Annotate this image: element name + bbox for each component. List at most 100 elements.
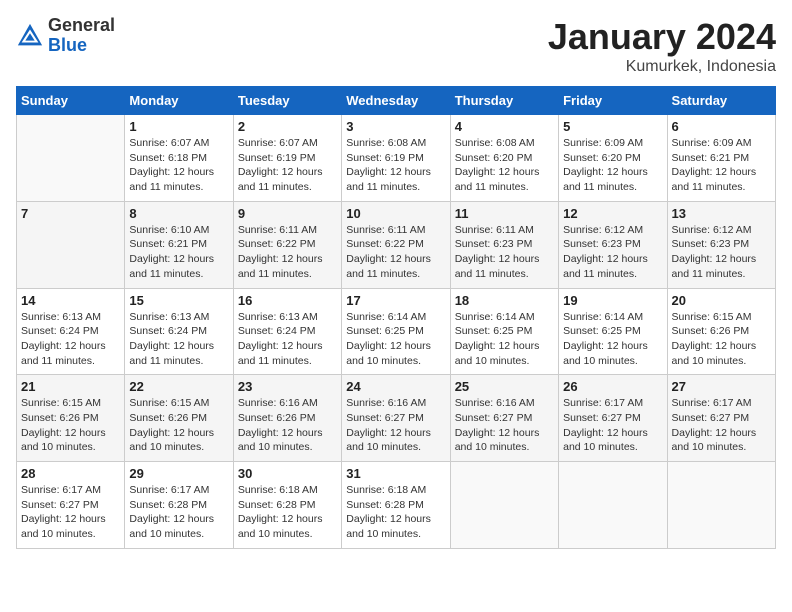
day-info: Sunrise: 6:15 AM Sunset: 6:26 PM Dayligh… [129,396,228,455]
header-wednesday: Wednesday [342,87,450,115]
calendar-cell: 2 Sunrise: 6:07 AM Sunset: 6:19 PM Daylig… [233,115,341,202]
header-monday: Monday [125,87,233,115]
calendar-cell: 3 Sunrise: 6:08 AM Sunset: 6:19 PM Daylig… [342,115,450,202]
calendar-cell: 13 Sunrise: 6:12 AM Sunset: 6:23 PM Dayli… [667,201,775,288]
day-number: 12 [563,206,662,221]
day-number: 26 [563,379,662,394]
day-number: 4 [455,119,554,134]
day-number: 14 [21,293,120,308]
page-title: January 2024 [548,16,776,58]
logo-blue-text: Blue [48,35,87,55]
header-tuesday: Tuesday [233,87,341,115]
day-info: Sunrise: 6:08 AM Sunset: 6:19 PM Dayligh… [346,136,445,195]
calendar-cell: 18Sunrise: 6:14 AM Sunset: 6:25 PM Dayli… [450,288,558,375]
calendar-cell: 30 Sunrise: 6:18 AM Sunset: 6:28 PM Dayli… [233,462,341,549]
calendar-cell: 17Sunrise: 6:14 AM Sunset: 6:25 PM Dayli… [342,288,450,375]
calendar-cell: 6Sunrise: 6:09 AM Sunset: 6:21 PM Daylig… [667,115,775,202]
calendar-cell: 15Sunrise: 6:13 AM Sunset: 6:24 PM Dayli… [125,288,233,375]
calendar-cell: 7 [17,201,125,288]
calendar-cell: 28 Sunrise: 6:17 AM Sunset: 6:27 PM Dayli… [17,462,125,549]
calendar-cell: 23 Sunrise: 6:16 AM Sunset: 6:26 PM Dayli… [233,375,341,462]
day-info: Sunrise: 6:08 AM Sunset: 6:20 PM Dayligh… [455,136,554,195]
day-info: Sunrise: 6:17 AM Sunset: 6:27 PM Dayligh… [563,396,662,455]
day-info: Sunrise: 6:11 AM Sunset: 6:23 PM Dayligh… [455,223,554,282]
day-info: Sunrise: 6:17 AM Sunset: 6:27 PM Dayligh… [21,483,120,542]
calendar-cell [667,462,775,549]
day-number: 20 [672,293,771,308]
day-number: 8 [129,206,228,221]
calendar-cell: 27Sunrise: 6:17 AM Sunset: 6:27 PM Dayli… [667,375,775,462]
day-info: Sunrise: 6:09 AM Sunset: 6:20 PM Dayligh… [563,136,662,195]
calendar-cell: 25 Sunrise: 6:16 AM Sunset: 6:27 PM Dayli… [450,375,558,462]
day-info: Sunrise: 6:18 AM Sunset: 6:28 PM Dayligh… [238,483,337,542]
day-number: 17 [346,293,445,308]
day-info: Sunrise: 6:15 AM Sunset: 6:26 PM Dayligh… [21,396,120,455]
calendar-cell: 9 Sunrise: 6:11 AM Sunset: 6:22 PM Daylig… [233,201,341,288]
day-info: Sunrise: 6:14 AM Sunset: 6:25 PM Dayligh… [563,310,662,369]
day-number: 23 [238,379,337,394]
logo-general-text: General [48,15,115,35]
calendar-cell: 29 Sunrise: 6:17 AM Sunset: 6:28 PM Dayli… [125,462,233,549]
day-info: Sunrise: 6:07 AM Sunset: 6:19 PM Dayligh… [238,136,337,195]
calendar-table: SundayMondayTuesdayWednesdayThursdayFrid… [16,86,776,549]
header-sunday: Sunday [17,87,125,115]
day-number: 25 [455,379,554,394]
day-number: 29 [129,466,228,481]
title-block: January 2024 Kumurkek, Indonesia [548,16,776,76]
calendar-header-row: SundayMondayTuesdayWednesdayThursdayFrid… [17,87,776,115]
day-info: Sunrise: 6:13 AM Sunset: 6:24 PM Dayligh… [238,310,337,369]
day-info: Sunrise: 6:12 AM Sunset: 6:23 PM Dayligh… [672,223,771,282]
page-subtitle: Kumurkek, Indonesia [548,58,776,76]
day-number: 19 [563,293,662,308]
day-number: 2 [238,119,337,134]
day-number: 28 [21,466,120,481]
day-info: Sunrise: 6:12 AM Sunset: 6:23 PM Dayligh… [563,223,662,282]
calendar-cell: 22Sunrise: 6:15 AM Sunset: 6:26 PM Dayli… [125,375,233,462]
calendar-cell: 14 Sunrise: 6:13 AM Sunset: 6:24 PM Dayli… [17,288,125,375]
day-number: 27 [672,379,771,394]
day-number: 1 [129,119,228,134]
calendar-cell: 10Sunrise: 6:11 AM Sunset: 6:22 PM Dayli… [342,201,450,288]
day-info: Sunrise: 6:10 AM Sunset: 6:21 PM Dayligh… [129,223,228,282]
day-number: 13 [672,206,771,221]
day-info: Sunrise: 6:15 AM Sunset: 6:26 PM Dayligh… [672,310,771,369]
header-thursday: Thursday [450,87,558,115]
day-info: Sunrise: 6:16 AM Sunset: 6:27 PM Dayligh… [455,396,554,455]
day-number: 30 [238,466,337,481]
calendar-cell [559,462,667,549]
day-info: Sunrise: 6:16 AM Sunset: 6:27 PM Dayligh… [346,396,445,455]
calendar-cell: 8 Sunrise: 6:10 AM Sunset: 6:21 PM Daylig… [125,201,233,288]
week-row-2: 78 Sunrise: 6:10 AM Sunset: 6:21 PM Dayli… [17,201,776,288]
calendar-cell: 31Sunrise: 6:18 AM Sunset: 6:28 PM Dayli… [342,462,450,549]
day-number: 31 [346,466,445,481]
calendar-cell [450,462,558,549]
calendar-cell: 19 Sunrise: 6:14 AM Sunset: 6:25 PM Dayli… [559,288,667,375]
week-row-5: 28 Sunrise: 6:17 AM Sunset: 6:27 PM Dayli… [17,462,776,549]
day-info: Sunrise: 6:07 AM Sunset: 6:18 PM Dayligh… [129,136,228,195]
day-info: Sunrise: 6:13 AM Sunset: 6:24 PM Dayligh… [129,310,228,369]
week-row-1: 1 Sunrise: 6:07 AM Sunset: 6:18 PM Daylig… [17,115,776,202]
day-info: Sunrise: 6:11 AM Sunset: 6:22 PM Dayligh… [238,223,337,282]
day-number: 7 [21,206,120,221]
day-number: 6 [672,119,771,134]
day-number: 11 [455,206,554,221]
calendar-cell: 12 Sunrise: 6:12 AM Sunset: 6:23 PM Dayli… [559,201,667,288]
calendar-cell: 1 Sunrise: 6:07 AM Sunset: 6:18 PM Daylig… [125,115,233,202]
calendar-cell: 26 Sunrise: 6:17 AM Sunset: 6:27 PM Dayli… [559,375,667,462]
calendar-cell: 24Sunrise: 6:16 AM Sunset: 6:27 PM Dayli… [342,375,450,462]
calendar-cell: 16 Sunrise: 6:13 AM Sunset: 6:24 PM Dayli… [233,288,341,375]
day-info: Sunrise: 6:16 AM Sunset: 6:26 PM Dayligh… [238,396,337,455]
header-friday: Friday [559,87,667,115]
day-info: Sunrise: 6:14 AM Sunset: 6:25 PM Dayligh… [455,310,554,369]
calendar-cell: 20 Sunrise: 6:15 AM Sunset: 6:26 PM Dayli… [667,288,775,375]
day-number: 9 [238,206,337,221]
day-info: Sunrise: 6:13 AM Sunset: 6:24 PM Dayligh… [21,310,120,369]
day-info: Sunrise: 6:17 AM Sunset: 6:28 PM Dayligh… [129,483,228,542]
page-header: General Blue January 2024 Kumurkek, Indo… [16,16,776,76]
day-number: 5 [563,119,662,134]
header-saturday: Saturday [667,87,775,115]
logo-icon [16,22,44,50]
day-number: 3 [346,119,445,134]
day-number: 16 [238,293,337,308]
week-row-3: 14 Sunrise: 6:13 AM Sunset: 6:24 PM Dayli… [17,288,776,375]
